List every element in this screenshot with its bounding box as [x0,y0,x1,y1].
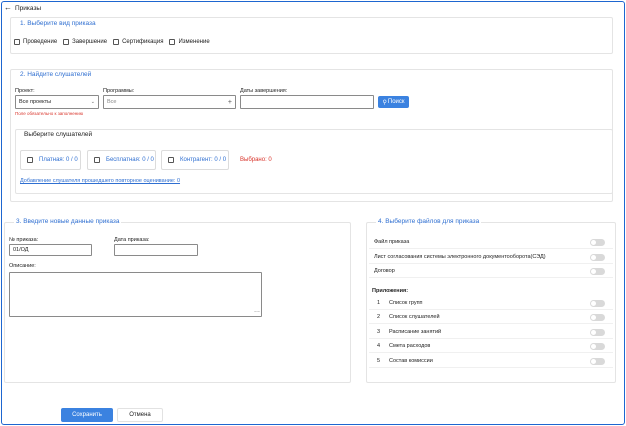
page-title: Приказы [15,4,42,12]
free-count: Бесплатная: 0 / 0 [106,157,154,163]
checkbox-zavershenie[interactable] [63,39,70,45]
file-name: Договор [374,268,395,274]
contractor-checkbox[interactable] [168,157,174,163]
section-find-listeners-title: 2. Найдите слушателей [20,71,92,78]
programs-select[interactable]: Все + [103,95,236,109]
file-toggle[interactable] [590,253,605,261]
file-name: Файл приказа [374,239,410,245]
file-name: Лист согласования системы электронного д… [374,254,546,260]
appendix-name: Расписание занятий [389,329,442,335]
end-dates-label: Даты завершения: [240,88,288,94]
file-row: Лист согласования системы электронного д… [369,251,613,264]
programs-label: Программы: [103,88,135,94]
free-card[interactable]: Бесплатная: 0 / 0 [87,150,156,170]
paid-count: Платная: 0 / 0 [39,157,78,163]
checkbox-label: Завершение [72,39,108,45]
checkbox-izmenenie[interactable] [169,39,176,45]
file-row: Договор [369,265,613,278]
appendix-row: 3 Расписание занятий [369,326,613,339]
search-icon: ⚲ [382,99,387,106]
appendix-toggle[interactable] [590,357,605,365]
appendix-name: Смета расходов [389,343,431,349]
appendix-number: 1 [377,300,381,306]
file-toggle[interactable] [590,267,605,275]
checkbox-label: Проведение [23,39,58,45]
free-checkbox[interactable] [94,157,100,163]
appendix-row: 2 Список слушателей [369,311,613,324]
file-toggle[interactable] [590,238,605,246]
programs-select-placeholder: Все [107,99,117,105]
checkbox-certification[interactable] [113,39,120,45]
description-label: Описание: [9,263,36,269]
appendix-toggle[interactable] [590,313,605,321]
add-reassessed-listener-link[interactable]: Добавление слушателя прошедшего повторно… [20,178,180,184]
paid-card[interactable]: Платная: 0 / 0 [20,150,81,170]
file-row: Файл приказа [369,236,613,249]
paid-checkbox[interactable] [27,157,33,163]
checkbox-provedenie[interactable] [14,39,20,45]
appendix-number: 4 [377,343,381,349]
section-order-type [10,17,613,54]
arrow-left-icon[interactable]: ← [4,4,12,12]
project-select-value: Все проекты [19,99,52,105]
page-header: ← Приказы [4,3,41,13]
section-order-type-title: 1. Выберите вид приказа [20,20,96,27]
search-button[interactable]: ⚲ Поиск [378,96,409,108]
section-order-data-title: 3. Введите новые данные приказа [14,218,122,225]
appendix-toggle[interactable] [590,342,605,350]
appendix-row: 4 Смета расходов [369,340,613,353]
appendix-number: 5 [377,358,381,364]
section-files-title: 4. Выберите файлов для приказа [376,218,482,225]
search-button-label: Поиск [387,99,405,105]
appendix-number: 3 [377,329,381,335]
resize-handle-icon[interactable]: −− [254,310,260,315]
save-button[interactable]: Сохранить [61,408,113,422]
order-number-label: № приказа: [9,237,39,243]
cancel-button[interactable]: Отмена [117,408,163,422]
appendix-toggle[interactable] [590,299,605,307]
project-label: Проект: [15,88,35,94]
appendix-name: Состав комиссии [389,358,433,364]
appendix-name: Список слушателей [389,314,440,320]
appendix-toggle[interactable] [590,328,605,336]
appendix-row: 1 Список групп [369,297,613,310]
checkbox-label: Сертификация [122,39,164,45]
order-number-value: 01/ОД [13,247,29,253]
listeners-title: Выберите слушателей [24,131,93,138]
checkbox-label: Изменение [178,39,210,45]
appendix-number: 2 [377,314,381,320]
contractor-card[interactable]: Контрагент: 0 / 0 [161,150,229,170]
order-date-label: Дата приказа: [114,237,150,243]
selected-count: Выбрано: 0 [240,157,272,163]
description-textarea[interactable]: −− [9,272,262,317]
order-number-input[interactable]: 01/ОД [9,244,92,256]
order-type-options: Проведение Завершение Сертификация Измен… [14,39,216,45]
chevron-down-icon: ⌄ [90,99,95,105]
project-required-hint: Поле обязательно к заполнению [15,111,84,116]
end-dates-input[interactable] [240,95,374,109]
appendix-row: 5 Состав комиссии [369,355,613,368]
appendix-name: Список групп [389,300,423,306]
project-select[interactable]: Все проекты ⌄ [15,95,99,109]
appendix-label: Приложения: [372,288,409,294]
plus-icon[interactable]: + [228,99,232,106]
order-date-input[interactable] [114,244,198,256]
contractor-count: Контрагент: 0 / 0 [180,157,227,163]
